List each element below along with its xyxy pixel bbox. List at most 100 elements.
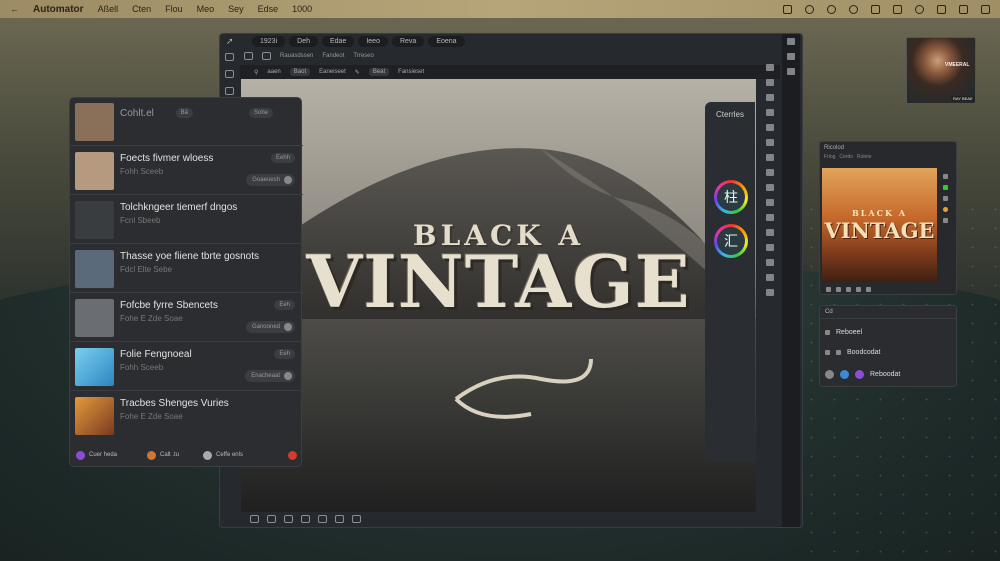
play-icon[interactable] (836, 286, 841, 292)
menu-item[interactable]: Aßell (98, 4, 119, 14)
tool-icon[interactable] (766, 214, 774, 221)
loop-icon[interactable] (856, 286, 861, 292)
layer-row[interactable]: Boodcodat (820, 342, 956, 362)
preview-tab[interactable]: Rolete (857, 154, 871, 160)
style-orb-button[interactable]: 汇 (714, 224, 748, 258)
lasso-tool-icon[interactable] (224, 87, 234, 95)
dock-icon[interactable] (787, 38, 795, 45)
preview-tab[interactable]: Frlog (824, 154, 835, 160)
tool-icon[interactable] (766, 289, 774, 296)
option-chip[interactable]: Baot (289, 68, 311, 76)
list-item[interactable]: Fofcbe fyrre Sbencets Fohe E Zde Soae Ee… (70, 294, 303, 342)
footer-label[interactable]: Calt .tu (160, 452, 179, 458)
style-orb-button[interactable]: 柱 (714, 180, 748, 214)
menu-item[interactable]: Sey (228, 4, 244, 14)
control-center-icon[interactable] (981, 4, 990, 14)
list-item[interactable]: Tolchkngeer tiemerf dngos Fcnl Sbeeb (70, 196, 303, 244)
tool-icon[interactable] (766, 259, 774, 266)
image-icon[interactable] (301, 515, 310, 523)
tool-icon[interactable] (942, 218, 948, 223)
editor-tab[interactable]: Eoena (428, 36, 465, 47)
editor-tab[interactable]: Ieeo (358, 36, 388, 47)
tool-icon[interactable] (766, 64, 774, 71)
list-item[interactable]: Folie Fengnoeal Fohh Sceeb Eeh Enacheaat (70, 343, 303, 391)
redo-icon[interactable] (267, 515, 276, 523)
record-icon[interactable] (805, 4, 814, 14)
grid-icon[interactable] (893, 4, 902, 14)
crop-icon[interactable] (335, 515, 344, 523)
item-action-pill[interactable]: Ganooned (245, 321, 295, 333)
toolbar-label[interactable]: Fandeot (322, 53, 344, 59)
record-icon[interactable] (288, 450, 297, 460)
user-icon[interactable] (849, 4, 858, 14)
tool-icon[interactable] (942, 196, 948, 201)
settings-icon[interactable] (915, 4, 924, 14)
option-label[interactable]: aaen (267, 69, 280, 75)
tool-icon[interactable] (766, 154, 774, 161)
layer-style-icon[interactable] (855, 369, 864, 379)
export-icon[interactable] (352, 515, 361, 523)
editor-tab[interactable]: 1923i (252, 36, 286, 47)
clipboard-icon[interactable] (937, 4, 946, 14)
option-chip[interactable]: Beat (368, 68, 390, 76)
preview-tab[interactable]: Cerdo (839, 154, 853, 160)
color-icon[interactable] (942, 207, 948, 212)
editor-tab[interactable]: Reva (391, 36, 425, 47)
menu-item[interactable]: Edse (258, 4, 279, 14)
arrow-icon[interactable]: ➚ (226, 36, 248, 47)
status-icon[interactable] (942, 185, 948, 190)
app-name[interactable]: Automator (33, 4, 84, 15)
avatar-thumbnail[interactable]: VMEERAL RAY BEAE (906, 37, 976, 104)
eye-icon[interactable] (244, 52, 253, 60)
tool-icon[interactable] (766, 94, 774, 101)
list-item[interactable]: Thasse yoe fiiene tbrte gosnots Fdcl Elt… (70, 245, 303, 293)
item-action-pill[interactable]: Enacheaat (245, 370, 295, 382)
video-icon[interactable] (318, 515, 327, 523)
footer-label[interactable]: Ceffe enls (216, 452, 243, 458)
frame-icon[interactable] (284, 515, 293, 523)
volume-icon[interactable] (866, 286, 871, 292)
menu-item[interactable]: Meo (197, 4, 215, 14)
toolbar-label[interactable]: Rauasdssen (280, 53, 313, 59)
tool-icon[interactable] (766, 184, 774, 191)
layer-blend-icon[interactable] (840, 369, 849, 379)
option-label[interactable]: Eaneiseet (319, 69, 346, 75)
window-icon[interactable] (783, 4, 792, 14)
layer-row[interactable]: Reboeel (820, 322, 956, 342)
dock-icon[interactable] (787, 53, 795, 60)
face-icon[interactable] (827, 4, 836, 14)
artwork-canvas[interactable]: BLACK A VINTAGE (241, 79, 756, 512)
layer-row[interactable]: Reboodat (820, 364, 956, 384)
item-action-pill[interactable]: Goaeuesh (246, 174, 295, 186)
tool-icon[interactable] (766, 109, 774, 116)
preview-image[interactable]: BLACK A VINTAGE (822, 168, 937, 282)
menu-item[interactable]: Cten (132, 4, 151, 14)
tool-icon[interactable] (766, 79, 774, 86)
tool-icon[interactable] (766, 124, 774, 131)
layers-icon[interactable] (262, 52, 271, 60)
rewind-icon[interactable] (826, 286, 831, 292)
avatar-dot-icon[interactable] (203, 450, 213, 460)
tool-icon[interactable] (766, 169, 774, 176)
menu-item[interactable]: 1000 (292, 4, 312, 14)
pen-icon[interactable]: ✎ (355, 69, 360, 76)
list-item[interactable]: Tracbes Shenges Vuries Fohe E Zde Soae (70, 392, 303, 440)
move-tool-icon[interactable] (224, 53, 234, 61)
dock-icon[interactable] (787, 68, 795, 75)
avatar-dot-icon[interactable] (76, 450, 85, 460)
forward-icon[interactable] (846, 286, 851, 292)
calendar-icon[interactable] (871, 4, 880, 14)
menu-item[interactable]: Flou (165, 4, 183, 14)
toolbar-label[interactable]: Trreseo (353, 53, 373, 59)
undo-icon[interactable] (250, 515, 259, 523)
back-icon[interactable]: ← (10, 4, 19, 14)
select-tool-icon[interactable] (224, 70, 234, 78)
tool-icon[interactable] (766, 244, 774, 251)
tool-icon[interactable] (766, 229, 774, 236)
results-tab[interactable]: Sohe (248, 108, 273, 118)
tool-icon[interactable] (766, 139, 774, 146)
editor-tab[interactable]: Deh (289, 36, 318, 47)
footer-label[interactable]: Cuer heda (89, 452, 117, 458)
brush-icon[interactable]: ⚲ (254, 69, 258, 76)
tool-icon[interactable] (766, 274, 774, 281)
